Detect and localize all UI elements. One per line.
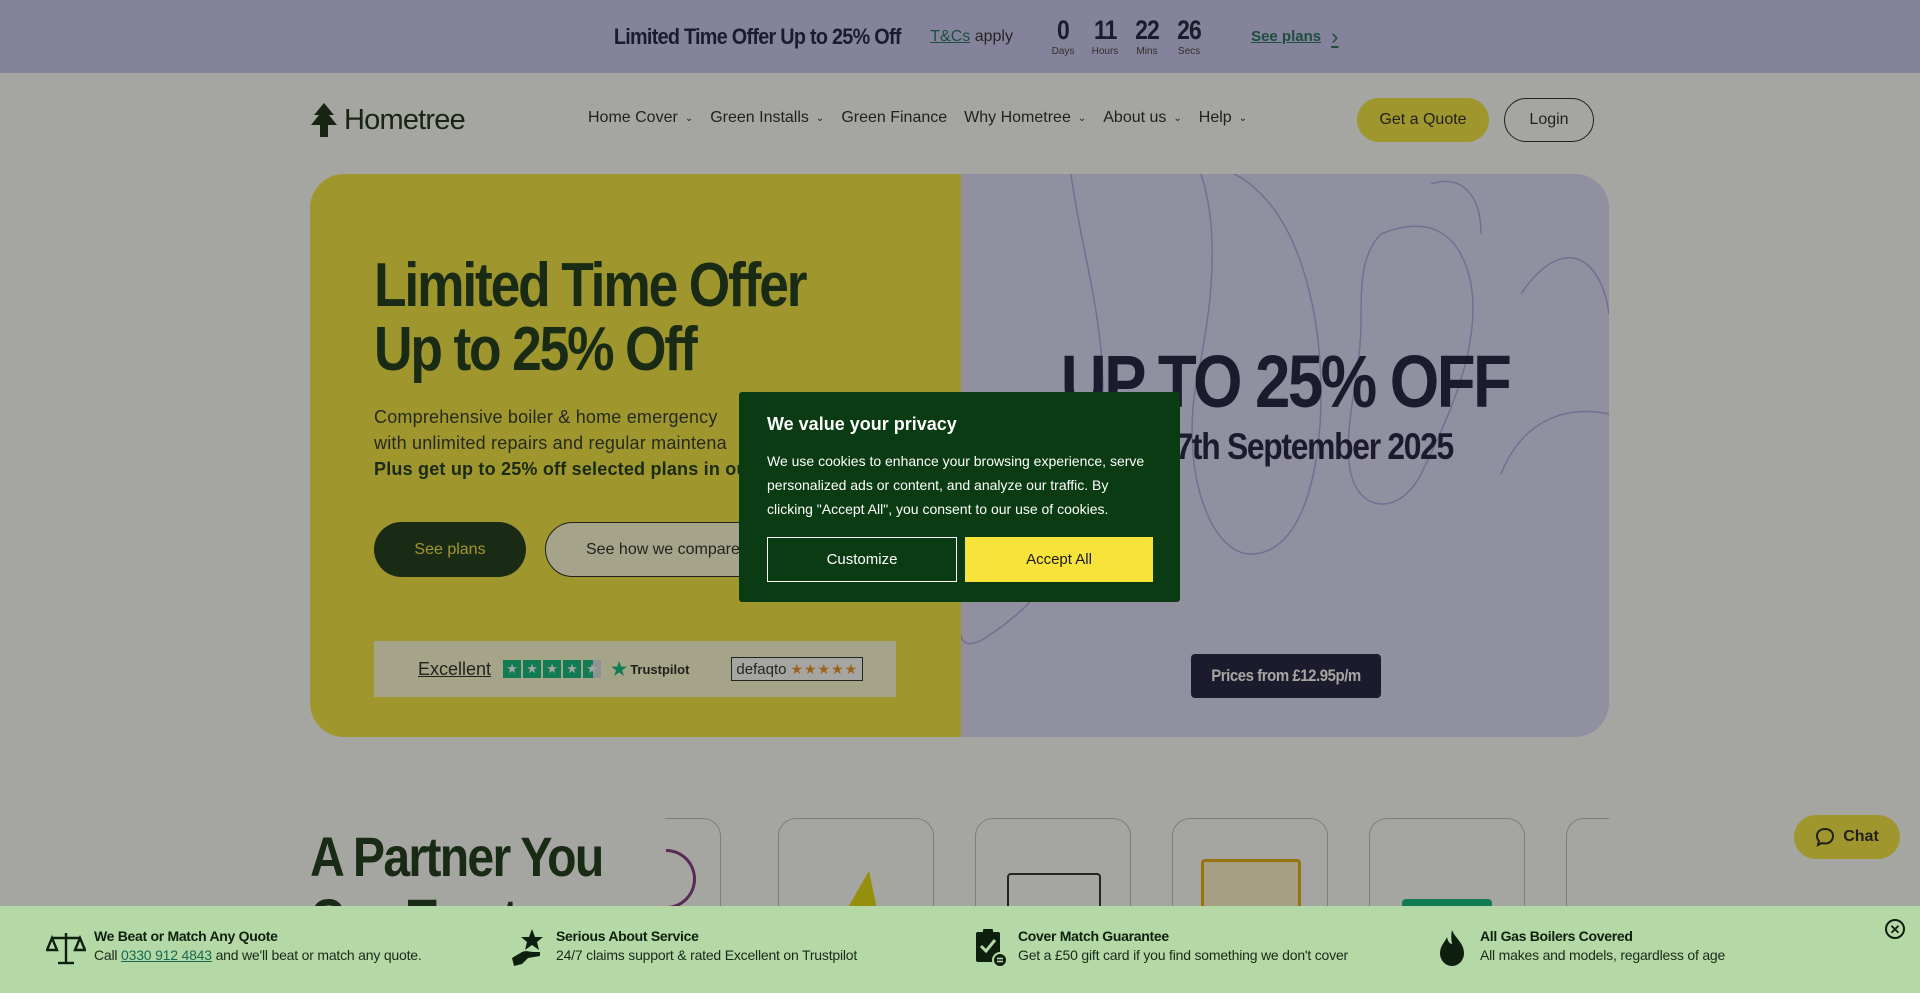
clipboard-check-icon <box>970 928 1010 968</box>
benefit-title: All Gas Boilers Covered <box>1480 928 1633 944</box>
cookie-consent-dialog: We value your privacy We use cookies to … <box>739 392 1180 602</box>
hand-star-icon <box>508 928 548 968</box>
close-icon[interactable]: ✕ <box>1885 919 1905 939</box>
benefit-text: 24/7 claims support & rated Excellent on… <box>556 947 858 963</box>
phone-link[interactable]: 0330 912 4843 <box>121 947 212 963</box>
benefit-title: Cover Match Guarantee <box>1018 928 1169 944</box>
benefit-text: Get a £50 gift card if you find somethin… <box>1018 947 1348 963</box>
benefit-service: Serious About Service 24/7 claims suppor… <box>508 928 857 968</box>
benefit-text: All makes and models, regardless of age <box>1480 947 1726 963</box>
benefit-cover-match: Cover Match Guarantee Get a £50 gift car… <box>970 928 1348 968</box>
benefit-text: Call 0330 912 4843 and we'll beat or mat… <box>94 947 422 963</box>
cookie-body: We use cookies to enhance your browsing … <box>767 453 1145 517</box>
benefit-gas-boilers: All Gas Boilers Covered All makes and mo… <box>1432 928 1725 968</box>
benefit-text-post: and we'll beat or match any quote. <box>215 947 422 963</box>
customize-button[interactable]: Customize <box>767 537 957 582</box>
scales-icon <box>46 928 86 968</box>
cookie-title: We value your privacy <box>767 414 957 434</box>
accept-all-button[interactable]: Accept All <box>965 537 1153 582</box>
cookie-actions: Customize Accept All <box>767 537 1153 582</box>
benefit-beat-quote: We Beat or Match Any Quote Call 0330 912… <box>46 928 422 968</box>
benefit-text-pre: Call <box>94 947 118 963</box>
flame-icon <box>1432 928 1472 968</box>
benefits-bar: We Beat or Match Any Quote Call 0330 912… <box>0 906 1920 993</box>
benefit-title: We Beat or Match Any Quote <box>94 928 278 944</box>
benefit-title: Serious About Service <box>556 928 699 944</box>
